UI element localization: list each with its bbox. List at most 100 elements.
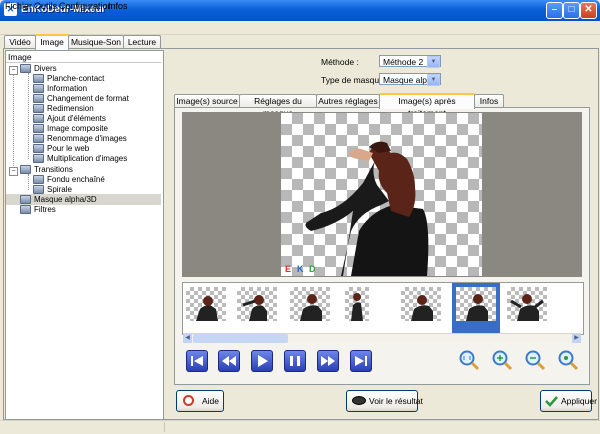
panel-divider <box>6 62 161 63</box>
tree-label: Renommage d'images <box>47 134 127 143</box>
item-icon <box>33 94 44 104</box>
tab-video[interactable]: Vidéo <box>4 35 36 48</box>
methode-value: Méthode 2 <box>383 57 424 67</box>
tab-lecture[interactable]: Lecture <box>123 35 161 48</box>
item-icon <box>33 104 44 114</box>
menu-fichier[interactable]: Fichier <box>5 1 32 12</box>
zoom-in-icon[interactable] <box>491 349 513 371</box>
expander-divers[interactable]: − <box>9 66 18 75</box>
menu-outils[interactable]: Outils <box>34 1 57 12</box>
rewind-icon[interactable] <box>218 350 240 372</box>
tree-item-divers[interactable]: Divers <box>20 64 57 74</box>
tree-label: Filtres <box>34 205 56 214</box>
preview-image: E K D <box>281 113 482 276</box>
thumbnail-scrollbar[interactable]: ◀ ▶ <box>183 333 581 343</box>
tree-label: Image composite <box>47 124 108 133</box>
splitter[interactable] <box>164 50 169 418</box>
expander-transitions[interactable]: − <box>9 167 18 176</box>
tree-label: Divers <box>34 64 57 73</box>
appliquer-button[interactable]: Appliquer <box>540 390 597 412</box>
watermark-d: D <box>309 264 316 274</box>
methode-select[interactable]: Méthode 2 ▼ <box>379 55 441 68</box>
folder-icon <box>20 64 31 74</box>
chevron-down-icon[interactable]: ▼ <box>427 74 440 86</box>
first-icon[interactable] <box>186 350 208 372</box>
chevron-down-icon[interactable]: ▼ <box>427 56 440 68</box>
zoom-fit-icon[interactable] <box>458 349 480 371</box>
panel-title: Image <box>8 52 32 62</box>
tab-musique-son[interactable]: Musique-Son <box>68 35 124 48</box>
play-icon[interactable] <box>251 350 273 372</box>
voir-resultat-button[interactable]: Voir le résultat <box>346 390 423 412</box>
item-icon <box>33 84 44 94</box>
thumbnail[interactable] <box>401 287 441 321</box>
tab-images-source[interactable]: Image(s) source <box>174 94 240 107</box>
tree-item[interactable]: Planche-contact <box>33 74 104 84</box>
item-icon <box>33 114 44 124</box>
scroll-left-icon[interactable]: ◀ <box>183 334 192 343</box>
thumbnail[interactable] <box>237 287 277 321</box>
tree-item[interactable]: Changement de format <box>33 94 129 104</box>
aide-button[interactable]: Aide <box>176 390 224 412</box>
tab-images-apres-traitement[interactable]: Image(s) après traitement <box>379 93 475 118</box>
tab-infos[interactable]: Infos <box>474 94 504 107</box>
menu-configuration[interactable]: Configuration <box>59 1 113 12</box>
pause-icon[interactable] <box>284 350 306 372</box>
minimize-icon[interactable]: – <box>546 2 563 19</box>
tree-label: Spirale <box>47 185 72 194</box>
maximize-icon[interactable]: □ <box>563 2 580 19</box>
tree-label: Information <box>47 84 88 93</box>
tab-autres-reglages[interactable]: Autres réglages <box>316 94 380 107</box>
tree-line <box>28 174 29 190</box>
tree-item[interactable]: Fondu enchaîné <box>33 175 105 185</box>
thumbnail[interactable] <box>507 287 547 321</box>
tree-label: Multiplication d'images <box>47 154 128 163</box>
methode-label: Méthode : <box>321 57 359 67</box>
thumbnail[interactable] <box>345 287 369 321</box>
tree-item-masque-alpha[interactable]: Masque alpha/3D <box>20 195 97 205</box>
tree-line <box>13 71 14 170</box>
tree-item[interactable]: Pour le web <box>33 144 89 154</box>
tree-line <box>28 73 29 159</box>
item-icon <box>33 144 44 154</box>
voir-resultat-label: Voir le résultat <box>369 396 423 406</box>
thumbnail[interactable] <box>456 287 496 321</box>
watermark-k: K <box>297 264 304 274</box>
thumbnail[interactable] <box>186 287 226 321</box>
tree-item[interactable]: Renommage d'images <box>33 134 127 144</box>
tree-item[interactable]: Information <box>33 84 87 94</box>
type-masque-select[interactable]: Masque alpha ▼ <box>379 73 441 86</box>
scroll-right-icon[interactable]: ▶ <box>572 334 581 343</box>
menu-infos[interactable]: Infos <box>108 1 128 12</box>
tree-label: Pour le web <box>47 144 90 153</box>
lifebuoy-icon <box>183 395 194 406</box>
fast-forward-icon[interactable] <box>317 350 339 372</box>
tree-item[interactable]: Multiplication d'images <box>33 154 127 164</box>
zoom-out-icon[interactable] <box>524 349 546 371</box>
folder-icon <box>20 205 31 215</box>
tab-image[interactable]: Image <box>35 34 69 50</box>
tree-item-transitions[interactable]: Transitions <box>20 165 73 175</box>
tree-item[interactable]: Redimension <box>33 104 94 114</box>
tree-label: Fondu enchaîné <box>47 175 105 184</box>
menu-bar <box>0 21 600 35</box>
item-icon <box>33 175 44 185</box>
tree-label: Ajout d'éléments <box>47 114 106 123</box>
zoom-reset-icon[interactable] <box>557 349 579 371</box>
scroll-thumb[interactable] <box>193 334 288 343</box>
folder-icon <box>20 165 31 175</box>
tree-label: Masque alpha/3D <box>34 195 97 204</box>
tree-label: Transitions <box>34 165 73 174</box>
close-icon[interactable]: ✕ <box>580 2 597 19</box>
tree-label: Redimension <box>47 104 94 113</box>
thumbnail[interactable] <box>290 287 330 321</box>
tree-item[interactable]: Image composite <box>33 124 108 134</box>
tree-item[interactable]: Ajout d'éléments <box>33 114 106 124</box>
folder-icon <box>20 195 31 205</box>
last-icon[interactable] <box>350 350 372 372</box>
item-icon <box>33 134 44 144</box>
tree-item-filtres[interactable]: Filtres <box>20 205 56 215</box>
woman-figure-icon <box>305 141 429 276</box>
tab-reglages-masque[interactable]: Réglages du masque <box>239 94 317 118</box>
appliquer-label: Appliquer <box>561 396 597 406</box>
